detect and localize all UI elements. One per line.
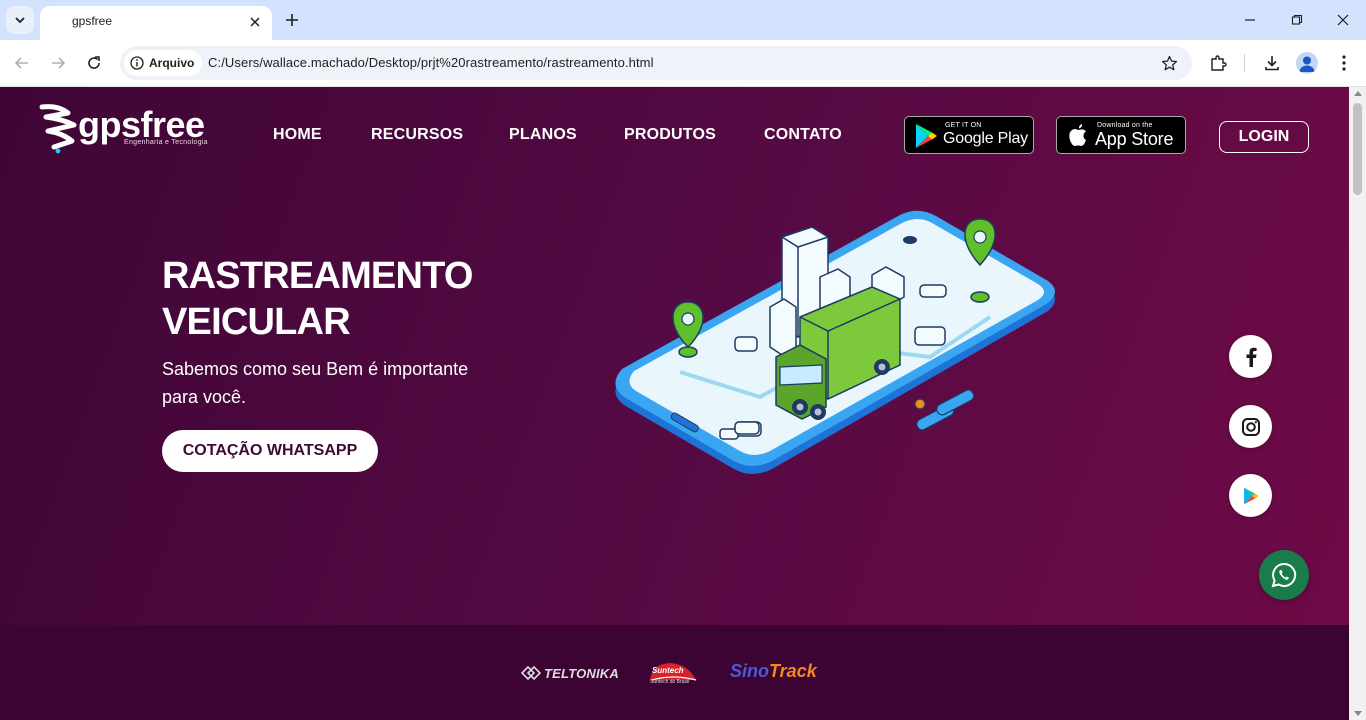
app-store-small-text: Download on the (1097, 122, 1153, 129)
hero-subtitle: Sabemos como seu Bem é importante para v… (162, 359, 469, 407)
google-play-badge[interactable]: GET IT ON Google Play (904, 116, 1034, 154)
logo-swoosh-icon (39, 104, 77, 154)
instagram-button[interactable] (1229, 405, 1272, 448)
login-button[interactable]: LOGIN (1219, 121, 1309, 153)
google-play-icon (916, 124, 937, 148)
google-play-icon (1243, 487, 1259, 504)
downloads-button[interactable] (1260, 51, 1284, 75)
site-chip-label: Arquivo (149, 56, 195, 70)
apple-icon (1069, 124, 1086, 146)
tab-search-button[interactable] (6, 6, 34, 34)
chevron-down-icon (15, 17, 25, 24)
teltonika-mark-icon (520, 665, 542, 681)
facebook-icon (1246, 347, 1257, 367)
scroll-up-arrow[interactable] (1353, 91, 1362, 96)
back-button[interactable] (10, 51, 34, 75)
puzzle-icon (1211, 55, 1227, 71)
suntech-text: Suntech (652, 666, 684, 675)
browser-tabbar: gpsfree (0, 0, 1366, 40)
nav-home[interactable]: HOME (273, 126, 322, 144)
browser-tab[interactable]: gpsfree (40, 6, 272, 40)
facebook-button[interactable] (1229, 335, 1272, 378)
google-play-social-button[interactable] (1229, 474, 1272, 517)
suntech-subtext: Suntech do Brasil (650, 679, 690, 685)
phone-truck-illustration (615, 210, 1055, 474)
teltonika-logo: TELTONIKA (520, 665, 619, 681)
close-icon (1337, 14, 1349, 26)
tab-title: gpsfree (72, 14, 113, 28)
whatsapp-float-button[interactable] (1259, 550, 1309, 600)
whatsapp-icon (1271, 562, 1297, 588)
profile-avatar[interactable] (1296, 52, 1318, 74)
brand-logo[interactable]: gpsfree Engenharia e Tecnologia (38, 103, 234, 155)
scroll-down-arrow[interactable] (1353, 711, 1362, 716)
google-play-small-text: GET IT ON (945, 122, 982, 129)
reload-icon (88, 56, 100, 69)
minimize-button[interactable] (1238, 8, 1262, 32)
close-icon (250, 17, 260, 27)
browser-menu-button[interactable] (1332, 51, 1356, 75)
instagram-icon (1241, 417, 1260, 436)
sinotrack-sino-text: Sino (730, 661, 769, 681)
sinotrack-logo: Sino Track (730, 661, 817, 682)
nav-produtos[interactable]: PRODUTOS (624, 126, 716, 144)
minimize-icon (1245, 19, 1255, 21)
bookmark-button[interactable] (1160, 54, 1178, 72)
tab-close-button[interactable] (246, 13, 264, 31)
star-icon (1161, 55, 1177, 70)
url-text[interactable]: C:/Users/wallace.machado/Desktop/prjt%20… (208, 55, 654, 70)
address-bar[interactable]: Arquivo C:/Users/wallace.machado/Desktop… (120, 46, 1192, 80)
toolbar-separator (1244, 54, 1245, 72)
reload-button[interactable] (82, 51, 106, 75)
info-icon (130, 56, 144, 70)
restore-icon (1291, 14, 1303, 25)
nav-planos[interactable]: PLANOS (509, 126, 577, 144)
app-store-badge[interactable]: Download on the App Store (1056, 116, 1186, 154)
arrow-left-icon (14, 57, 28, 69)
close-window-button[interactable] (1331, 8, 1355, 32)
site-info-chip[interactable]: Arquivo (124, 50, 203, 76)
teltonika-text: TELTONIKA (544, 665, 619, 681)
brand-tagline: Engenharia e Tecnologia (124, 139, 208, 146)
page-viewport: gpsfree Engenharia e Tecnologia HOME REC… (0, 87, 1366, 720)
nav-contato[interactable]: CONTATO (764, 126, 842, 144)
nav-recursos[interactable]: RECURSOS (371, 126, 463, 144)
extensions-button[interactable] (1206, 51, 1230, 75)
app-store-big-text: App Store (1095, 129, 1174, 149)
forward-button[interactable] (46, 51, 70, 75)
page-scrollbar[interactable] (1349, 87, 1366, 720)
new-tab-button[interactable] (282, 10, 302, 30)
suntech-logo: Suntech Suntech do Brasil (648, 660, 698, 686)
download-icon (1265, 56, 1279, 71)
scroll-thumb[interactable] (1353, 103, 1362, 195)
whatsapp-quote-button[interactable]: COTAÇÃO WHATSAPP (162, 430, 378, 472)
plus-icon (286, 14, 298, 26)
hero-title: RASTREAMENTO VEICULAR (162, 255, 473, 343)
hero-section: gpsfree Engenharia e Tecnologia HOME REC… (0, 87, 1349, 625)
google-play-big-text: Google Play (943, 130, 1028, 147)
arrow-right-icon (52, 57, 66, 69)
person-icon (1299, 56, 1315, 72)
sinotrack-track-text: Track (769, 661, 817, 681)
restore-button[interactable] (1285, 8, 1309, 32)
browser-toolbar: Arquivo C:/Users/wallace.machado/Desktop… (0, 40, 1366, 87)
more-vertical-icon (1342, 55, 1346, 71)
